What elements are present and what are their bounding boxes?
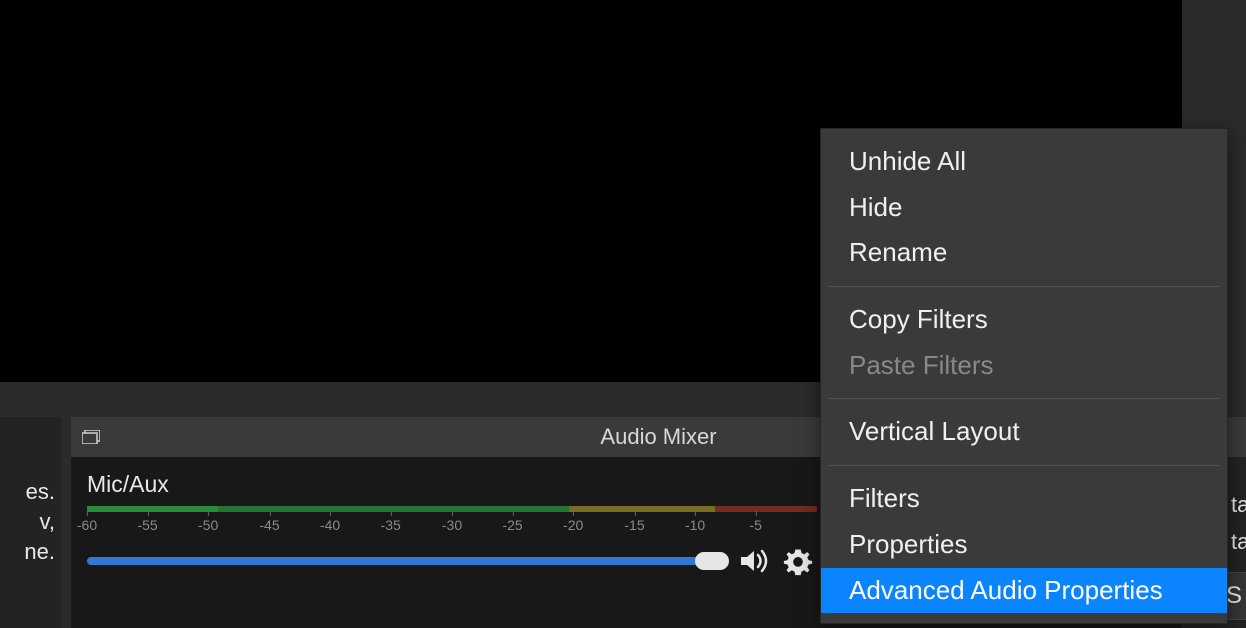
tick: -50 [198,517,218,533]
tick: -15 [624,517,644,533]
menu-filters[interactable]: Filters [821,476,1227,522]
volume-slider[interactable] [87,557,727,565]
menu-advanced-audio-properties[interactable]: Advanced Audio Properties [821,568,1227,614]
source-name: Mic/Aux [87,471,169,498]
menu-paste-filters: Paste Filters [821,343,1227,389]
tick: -25 [502,517,522,533]
right-text-1: ta [1231,492,1246,518]
speaker-icon[interactable] [737,544,771,578]
left-panel-text-1: es. [0,477,55,507]
menu-vertical-layout[interactable]: Vertical Layout [821,409,1227,455]
menu-properties[interactable]: Properties [821,522,1227,568]
tick: -5 [749,517,761,533]
gear-icon[interactable] [781,544,815,578]
context-menu: Unhide All Hide Rename Copy Filters Past… [820,128,1228,624]
menu-unhide-all[interactable]: Unhide All [821,139,1227,185]
left-panel-fragment: es. v, ne. [0,417,61,628]
left-panel-text-3: ne. [0,537,55,567]
menu-hide[interactable]: Hide [821,185,1227,231]
right-text-2: ta [1231,529,1246,555]
tick: -40 [320,517,340,533]
left-panel-text-2: v, [0,507,55,537]
tick: -20 [563,517,583,533]
menu-separator [829,398,1219,399]
right-button-label: S [1226,582,1242,610]
tick: -55 [137,517,157,533]
tick: -30 [442,517,462,533]
meter-scale: -60 -55 -50 -45 -40 -35 -30 -25 -20 -15 … [87,514,817,536]
menu-separator [829,286,1219,287]
panel-divider[interactable] [61,417,71,628]
menu-copy-filters[interactable]: Copy Filters [821,297,1227,343]
tick: -10 [685,517,705,533]
tick: -35 [381,517,401,533]
menu-separator [829,465,1219,466]
tick: -45 [259,517,279,533]
tick: -60 [77,517,97,533]
volume-slider-thumb[interactable] [695,552,729,570]
level-meter-fill [87,506,218,512]
menu-rename[interactable]: Rename [821,230,1227,276]
